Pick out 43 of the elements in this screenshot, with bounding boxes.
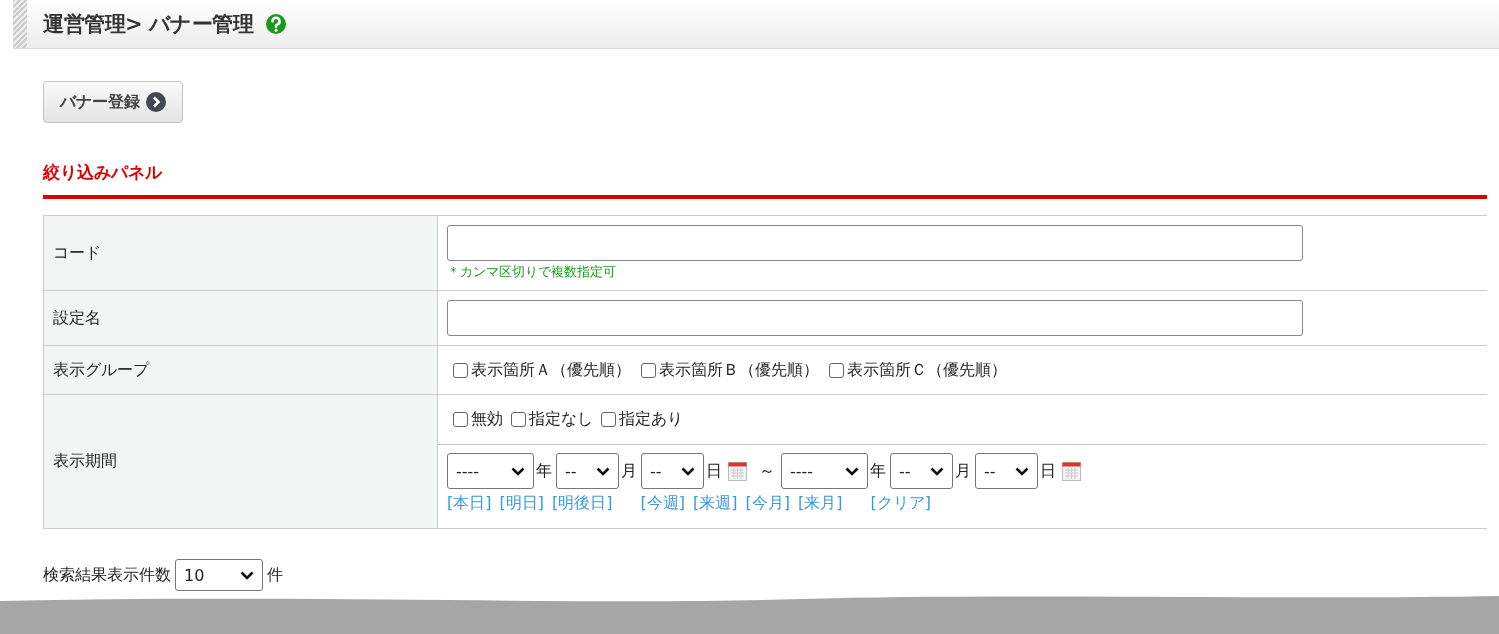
register-button[interactable]: バナー登録 [43,81,183,123]
caret-icon [845,466,859,476]
calendar-icon[interactable] [1062,461,1081,481]
unit-label: 月 [621,460,637,482]
dropdown[interactable]: ---- [781,453,868,489]
checkbox[interactable]: 表示箇所Ｂ（優先順） [641,359,819,381]
panel-title: 絞り込みパネル [43,161,164,184]
input-field[interactable] [447,225,1303,261]
checkbox[interactable]: 表示箇所Ｃ（優先順） [829,359,1007,381]
row-label: コード [44,216,438,290]
caret-icon [1015,466,1029,476]
checkbox[interactable]: 表示箇所Ａ（優先順） [453,359,631,381]
dropdown[interactable]: ---- [447,453,534,489]
results-count-label: 検索結果表示件数 [43,564,171,586]
hint-text: ＊カンマ区切りで複数指定可 [447,263,617,281]
help-icon[interactable] [265,13,288,35]
caret-icon [681,466,695,476]
caret-icon [511,466,525,476]
page-title: 運営管理> バナー管理 [43,11,254,38]
row-label: 表示グループ [44,346,438,394]
dropdown[interactable]: 10 [175,559,263,591]
unit-label: 月 [955,460,971,482]
checkbox[interactable]: 指定あり [601,409,683,430]
dropdown[interactable]: -- [975,453,1038,489]
unit-label: 日 [1040,460,1056,482]
unit-label: 日 [706,460,722,482]
caret-icon [240,570,254,580]
checkbox[interactable]: 無効 [453,409,503,430]
caret-icon [596,466,610,476]
checkbox[interactable]: 指定なし [511,409,593,430]
input-field[interactable] [447,300,1303,336]
unit-label: 年 [536,460,552,482]
calendar-icon[interactable] [728,461,747,481]
dropdown[interactable]: -- [890,453,953,489]
unit-label: 年 [870,460,886,482]
dropdown[interactable]: -- [556,453,619,489]
row-label: 設定名 [44,291,438,345]
unit-label: 件 [267,564,283,586]
range-separator: ～ [759,460,775,482]
hatch-strip [13,0,27,48]
caret-icon [930,466,944,476]
row-label: 表示期間 [44,395,438,528]
dropdown[interactable]: -- [641,453,704,489]
